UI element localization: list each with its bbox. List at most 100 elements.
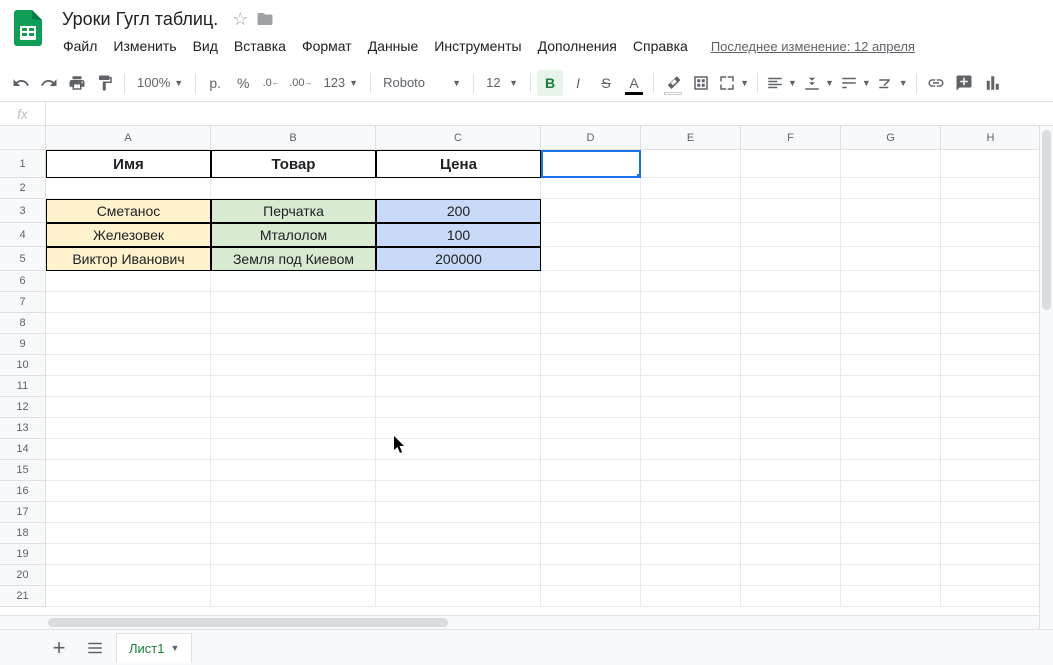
- print-button[interactable]: [64, 70, 90, 96]
- menu-file[interactable]: Файл: [56, 34, 104, 58]
- fx-icon[interactable]: fx: [0, 102, 46, 125]
- dec-decrease-button[interactable]: .0←: [258, 70, 284, 96]
- cell[interactable]: [741, 247, 841, 271]
- menu-data[interactable]: Данные: [361, 34, 426, 58]
- menu-tools[interactable]: Инструменты: [427, 34, 528, 58]
- cell[interactable]: [211, 271, 376, 292]
- row-header[interactable]: 13: [0, 418, 46, 439]
- row-header[interactable]: 4: [0, 223, 46, 247]
- cell[interactable]: [841, 376, 941, 397]
- cell[interactable]: [211, 439, 376, 460]
- cell[interactable]: [641, 460, 741, 481]
- cell[interactable]: [641, 178, 741, 199]
- cell[interactable]: [211, 586, 376, 607]
- cell[interactable]: 200000: [376, 247, 541, 271]
- row-header[interactable]: 20: [0, 565, 46, 586]
- scrollbar-thumb[interactable]: [48, 618, 448, 627]
- merge-button[interactable]: ▼: [716, 70, 751, 96]
- cell[interactable]: [46, 313, 211, 334]
- cell[interactable]: [541, 199, 641, 223]
- cell[interactable]: [376, 397, 541, 418]
- cell[interactable]: [941, 523, 1041, 544]
- spreadsheet-grid[interactable]: ABCDEFGH1ИмяТоварЦена23СметаносПерчатка2…: [0, 126, 1053, 607]
- cell[interactable]: [541, 565, 641, 586]
- cell[interactable]: [541, 523, 641, 544]
- cell[interactable]: [741, 334, 841, 355]
- cell[interactable]: [641, 271, 741, 292]
- cell[interactable]: [841, 418, 941, 439]
- cell[interactable]: [641, 397, 741, 418]
- cell[interactable]: [941, 178, 1041, 199]
- cell[interactable]: [741, 150, 841, 178]
- cell[interactable]: [211, 376, 376, 397]
- cell[interactable]: Товар: [211, 150, 376, 178]
- cell[interactable]: [941, 481, 1041, 502]
- comment-button[interactable]: [951, 70, 977, 96]
- cell[interactable]: [541, 544, 641, 565]
- cell[interactable]: [641, 334, 741, 355]
- cell[interactable]: [641, 418, 741, 439]
- row-header[interactable]: 17: [0, 502, 46, 523]
- cell[interactable]: [841, 397, 941, 418]
- cell[interactable]: [841, 199, 941, 223]
- cell[interactable]: [741, 199, 841, 223]
- cell[interactable]: [376, 178, 541, 199]
- add-sheet-button[interactable]: +: [44, 633, 74, 663]
- cell[interactable]: Имя: [46, 150, 211, 178]
- row-header[interactable]: 8: [0, 313, 46, 334]
- cell[interactable]: [841, 481, 941, 502]
- column-header[interactable]: B: [211, 126, 376, 150]
- horizontal-scrollbar[interactable]: [0, 615, 1039, 629]
- menu-edit[interactable]: Изменить: [106, 34, 183, 58]
- cell[interactable]: [641, 247, 741, 271]
- fill-color-button[interactable]: [660, 70, 686, 96]
- cell[interactable]: [541, 355, 641, 376]
- cell[interactable]: [46, 544, 211, 565]
- row-header[interactable]: 15: [0, 460, 46, 481]
- cell[interactable]: [741, 439, 841, 460]
- cell[interactable]: [741, 292, 841, 313]
- cell[interactable]: [541, 313, 641, 334]
- cell[interactable]: [941, 223, 1041, 247]
- cell[interactable]: [376, 313, 541, 334]
- cell[interactable]: [841, 460, 941, 481]
- cell[interactable]: [941, 460, 1041, 481]
- cell[interactable]: [741, 502, 841, 523]
- menu-help[interactable]: Справка: [626, 34, 695, 58]
- cell[interactable]: [941, 586, 1041, 607]
- cell[interactable]: [376, 334, 541, 355]
- row-header[interactable]: 10: [0, 355, 46, 376]
- cell[interactable]: [941, 418, 1041, 439]
- cell[interactable]: [741, 418, 841, 439]
- column-header[interactable]: D: [541, 126, 641, 150]
- cell[interactable]: 200: [376, 199, 541, 223]
- cell[interactable]: [541, 292, 641, 313]
- cell[interactable]: [46, 178, 211, 199]
- scrollbar-thumb[interactable]: [1042, 130, 1051, 310]
- cell[interactable]: [641, 544, 741, 565]
- row-header[interactable]: 14: [0, 439, 46, 460]
- cell[interactable]: [541, 586, 641, 607]
- cell[interactable]: [541, 397, 641, 418]
- redo-button[interactable]: [36, 70, 62, 96]
- cell[interactable]: [211, 460, 376, 481]
- cell[interactable]: [741, 355, 841, 376]
- cell[interactable]: [376, 544, 541, 565]
- cell[interactable]: [941, 292, 1041, 313]
- cell[interactable]: [841, 178, 941, 199]
- cell[interactable]: [641, 223, 741, 247]
- cell[interactable]: [841, 223, 941, 247]
- chart-button[interactable]: [979, 70, 1005, 96]
- cell[interactable]: [641, 292, 741, 313]
- all-sheets-button[interactable]: [80, 633, 110, 663]
- cell[interactable]: [376, 586, 541, 607]
- cell[interactable]: [741, 376, 841, 397]
- cell[interactable]: [941, 334, 1041, 355]
- cell[interactable]: [841, 439, 941, 460]
- cell[interactable]: [541, 150, 641, 178]
- cell[interactable]: [46, 334, 211, 355]
- cell[interactable]: [741, 313, 841, 334]
- cell[interactable]: [641, 586, 741, 607]
- row-header[interactable]: 7: [0, 292, 46, 313]
- cell[interactable]: [641, 565, 741, 586]
